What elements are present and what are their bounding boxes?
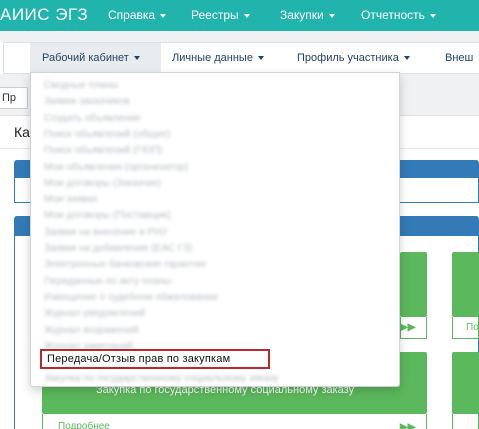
chevron-down-icon [429,13,436,18]
topnav-reports[interactable]: Отчетность [361,8,436,22]
dropdown-item[interactable]: Мои договоры (Заказчик) [44,178,161,190]
chevron-down-icon [257,56,264,61]
subnav-cabinet-label: Рабочий кабинет [42,52,129,64]
dropdown-item[interactable]: Создать объявление [44,113,141,125]
dropdown-item[interactable]: Извещение о судебном обжаловании [44,292,218,304]
topnav-reports-label: Отчетность [361,8,425,22]
subnav-cabinet[interactable]: Рабочий кабинет [42,52,140,65]
double-chevron-right-icon: ▶▶ [400,322,416,333]
dropdown-item-blurred-after[interactable]: Закупка по государственному социальному … [44,373,279,385]
subnav-external-label: Внеш [445,52,474,64]
page: АИИС ЭГЗ Справка Реестры Закупки Отчетно… [0,0,479,429]
subnav-personal-data[interactable]: Личные данные [172,52,264,65]
brand-title[interactable]: АИИС ЭГЗ [0,4,88,26]
dropdown-item[interactable]: Переданные по акту планы [44,276,171,288]
subnav-participant-profile-label: Профиль участника [297,52,399,64]
green-tile-4-footer[interactable] [452,414,479,429]
dropdown-item[interactable]: Сводные планы [44,80,118,92]
chevron-down-icon [160,13,167,18]
secondary-navbar-edge [0,42,4,74]
tile-2-link[interactable]: По [466,322,479,334]
chevron-down-icon [328,13,335,18]
subnav-personal-data-label: Личные данные [172,52,253,64]
subnav-external[interactable]: Внеш [445,52,473,65]
chevron-down-icon [403,56,410,61]
double-chevron-right-icon: ▶▶ [400,422,416,429]
dropdown-item[interactable]: Мои договоры (Поставщик) [44,210,171,222]
dropdown-item[interactable]: Электронные банковские гарантии [44,259,206,271]
page-action-button[interactable]: Пр [0,87,28,109]
dropdown-item[interactable]: Заявки на добавление (ЕАС ГЗ) [44,243,192,255]
dropdown-item[interactable]: Журнал уведомлений [44,308,145,320]
green-tile-4[interactable] [452,352,479,414]
topnav-registries-label: Реестры [191,8,239,22]
topnav-help-label: Справка [108,8,156,22]
green-tile-2[interactable] [452,252,479,317]
dropdown-item[interactable]: Заявки заказчиков [44,96,130,108]
topnav-purchases-label: Закупки [280,8,324,22]
dropdown-item[interactable]: Поиск объявлений (общие) [44,129,170,141]
green-tile-1[interactable] [400,252,427,317]
transfer-rights-menu-item[interactable]: Передача/Отзыв прав по закупкам [47,353,230,366]
chevron-down-icon [133,56,140,61]
page-action-button-label: Пр [2,92,17,104]
tile-3-link[interactable]: Подробнее [58,421,110,429]
dropdown-item[interactable]: Поиск объявлений (ГЮП) [44,145,162,157]
topnav-registries[interactable]: Реестры [191,8,250,22]
subnav-participant-profile[interactable]: Профиль участника [297,52,410,65]
topnav-purchases[interactable]: Закупки [280,8,335,22]
dropdown-item[interactable]: Мои объявления (организатор) [44,162,188,174]
dropdown-item[interactable]: Заявки на внесение в РНУ [44,227,168,239]
dropdown-item[interactable]: Журнал возражений [44,325,139,337]
chevron-down-icon [243,13,250,18]
topnav-help[interactable]: Справка [108,8,167,22]
panel-title: Ка [14,124,30,140]
dropdown-item[interactable]: Мои заявки [44,194,97,206]
